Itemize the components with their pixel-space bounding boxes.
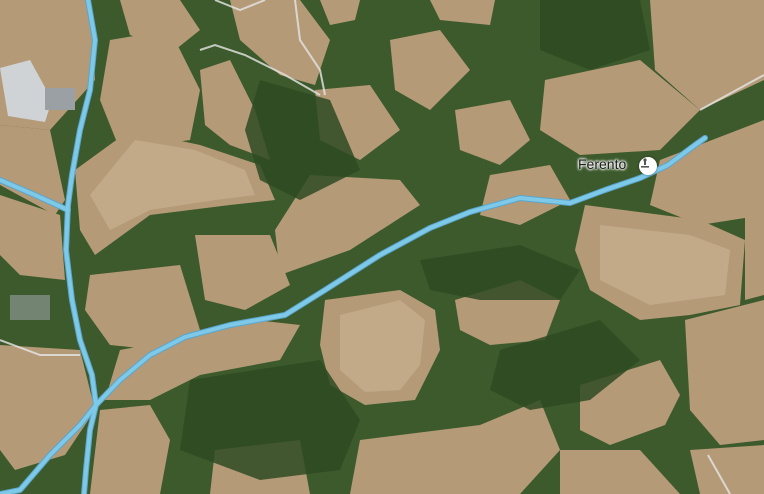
- satellite-imagery: [0, 0, 764, 494]
- building: [10, 295, 50, 320]
- field-parcel: [745, 215, 764, 300]
- place-label-ferento[interactable]: Ferento: [578, 156, 626, 172]
- building: [45, 88, 75, 110]
- satellite-map[interactable]: Ferento: [0, 0, 764, 494]
- landmark-icon-glyph: [641, 158, 649, 168]
- landmark-icon[interactable]: [639, 157, 657, 175]
